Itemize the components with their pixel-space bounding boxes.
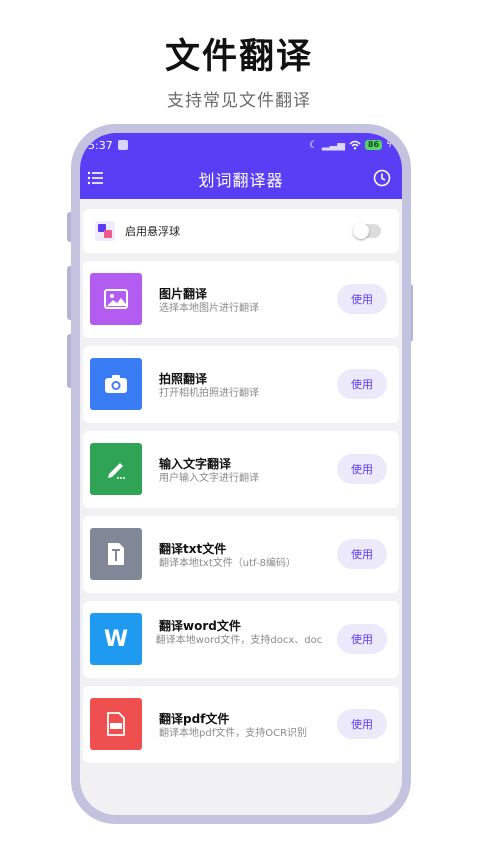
app-header: 5:37 ☾ ▂▃▅ 86 ϟ 划词翻译器: [80, 133, 402, 199]
txt-tile: [90, 528, 142, 580]
feature-card-pdf: 翻译pdf文件 翻译本地pdf文件，支持OCR识别 使用: [83, 686, 399, 763]
feature-card-word: W 翻译word文件 翻译本地word文件，支持docx、doc 使用: [83, 601, 399, 678]
feature-desc: 翻译本地word文件，支持docx、doc: [155, 635, 323, 646]
word-icon: W: [103, 626, 129, 652]
feature-desc: 翻译本地txt文件（utf-8编码）: [159, 558, 296, 569]
feature-title: 图片翻译: [159, 287, 208, 301]
battery-icon: 86: [364, 140, 383, 150]
feature-desc: 用户输入文字进行翻译: [159, 473, 259, 484]
phone-frame: 5:37 ☾ ▂▃▅ 86 ϟ 划词翻译器 启用悬浮球 图片翻译 选择本地图片进…: [71, 124, 411, 824]
status-time: 5:37: [88, 138, 113, 152]
feature-desc: 翻译本地pdf文件，支持OCR识别: [159, 728, 308, 739]
toolbar: 划词翻译器: [80, 161, 402, 197]
feature-title: 输入文字翻译: [159, 457, 232, 471]
feature-card-image: 图片翻译 选择本地图片进行翻译 使用: [83, 261, 399, 338]
feature-card-txt: 翻译txt文件 翻译本地txt文件（utf-8编码） 使用: [83, 516, 399, 593]
app-title: 划词翻译器: [198, 171, 284, 190]
pencil-tile: [90, 443, 142, 495]
promo-page: 文件翻译 支持常见文件翻译 5:37 ☾ ▂▃▅ 86 ϟ 划词翻译器 启用悬浮…: [0, 0, 478, 850]
camera-icon: [105, 375, 127, 393]
promo-title: 文件翻译: [164, 37, 313, 77]
float-ball-label: 启用悬浮球: [125, 225, 180, 238]
feature-card-text-input: 输入文字翻译 用户输入文字进行翻译 使用: [83, 431, 399, 508]
signal-icon: ▂▃▅: [321, 139, 345, 151]
pdf-tile: [90, 698, 142, 750]
feature-desc: 打开相机拍照进行翻译: [159, 388, 259, 399]
camera-tile: [90, 358, 142, 410]
use-button-text-input[interactable]: 使用: [337, 454, 387, 484]
translate-icon: [95, 221, 115, 241]
word-tile: W: [90, 613, 142, 665]
image-tile: [90, 273, 142, 325]
toggle-knob: [353, 223, 369, 239]
charging-icon: ϟ: [386, 140, 392, 150]
float-ball-toggle[interactable]: [353, 223, 381, 239]
feature-title: 翻译word文件: [159, 619, 241, 633]
image-icon: [104, 289, 128, 309]
feature-title: 拍照翻译: [159, 372, 208, 386]
wifi-icon: [349, 140, 361, 150]
feature-desc: 选择本地图片进行翻译: [159, 303, 259, 314]
use-button-image[interactable]: 使用: [337, 284, 387, 314]
use-button-camera[interactable]: 使用: [337, 369, 387, 399]
notification-icon: [117, 140, 128, 150]
use-button-word[interactable]: 使用: [337, 624, 387, 654]
history-icon[interactable]: [372, 168, 392, 188]
promo-subtitle: 支持常见文件翻译: [167, 91, 311, 111]
pencil-icon: [108, 463, 125, 479]
txt-file-icon: [108, 543, 124, 565]
float-ball-setting: 启用悬浮球: [83, 209, 399, 253]
use-button-txt[interactable]: 使用: [337, 539, 387, 569]
feature-title: 翻译txt文件: [159, 542, 227, 556]
feature-title: 翻译pdf文件: [159, 712, 230, 726]
app-screen: 5:37 ☾ ▂▃▅ 86 ϟ 划词翻译器 启用悬浮球 图片翻译 选择本地图片进…: [80, 133, 402, 815]
use-button-pdf[interactable]: 使用: [337, 709, 387, 739]
feature-card-camera: 拍照翻译 打开相机拍照进行翻译 使用: [83, 346, 399, 423]
pdf-icon: [107, 712, 125, 736]
status-bar: 5:37 ☾ ▂▃▅ 86 ϟ: [80, 133, 402, 157]
moon-icon: ☾: [308, 139, 318, 151]
